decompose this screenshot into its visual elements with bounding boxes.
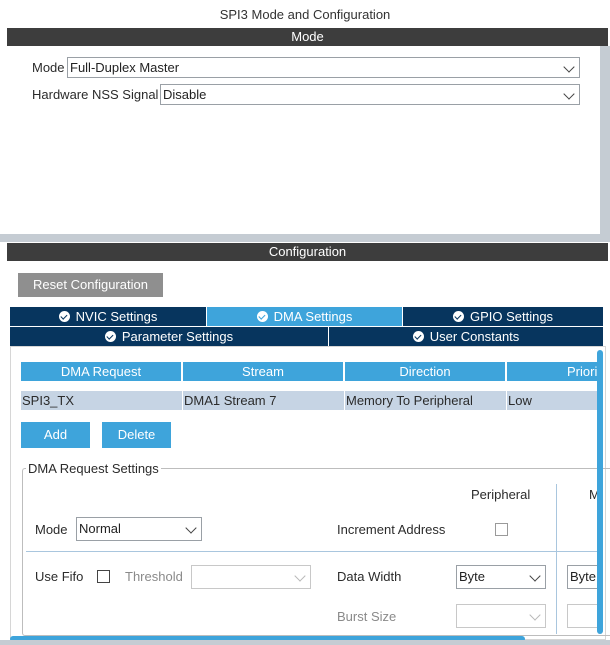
data-width-memory-select[interactable]: Byte <box>567 565 600 589</box>
table-cell-priority[interactable]: Low <box>507 391 597 410</box>
mode-setting-label: Mode <box>35 522 68 537</box>
tab-parameter-settings[interactable]: Parameter Settings <box>10 327 328 346</box>
tab-gpio-settings[interactable]: GPIO Settings <box>403 307 603 326</box>
check-circle-icon <box>104 331 116 342</box>
section-divider <box>0 234 610 242</box>
burst-size-label: Burst Size <box>337 609 397 624</box>
mode-select[interactable]: Full-Duplex Master <box>67 57 580 78</box>
column-header-dma-request[interactable]: DMA Request <box>21 362 181 381</box>
mode-select-value: Full-Duplex Master <box>70 60 180 75</box>
vertical-scrollbar[interactable] <box>597 350 603 634</box>
chevron-down-icon <box>529 609 541 621</box>
dma-mode-value: Normal <box>79 521 121 536</box>
chevron-down-icon <box>294 570 306 582</box>
settings-row-divider <box>26 551 600 552</box>
check-circle-icon <box>412 331 424 342</box>
use-fifo-checkbox[interactable] <box>97 570 110 583</box>
reset-configuration-button[interactable]: Reset Configuration <box>18 273 163 297</box>
data-width-peripheral-value: Byte <box>459 569 486 584</box>
table-cell-request[interactable]: SPI3_TX <box>21 391 182 410</box>
check-circle-icon <box>58 311 70 322</box>
data-width-memory-value: Byte <box>570 569 597 584</box>
threshold-select[interactable] <box>191 565 311 589</box>
burst-size-peripheral-select[interactable] <box>456 604 546 628</box>
table-cell-direction[interactable]: Memory To Peripheral <box>345 391 506 410</box>
nss-select[interactable]: Disable <box>160 84 580 105</box>
dma-mode-select[interactable]: Normal <box>76 517 202 541</box>
column-header-priority[interactable]: Priori <box>507 362 597 381</box>
chevron-down-icon <box>563 61 575 73</box>
chevron-down-icon <box>563 88 575 100</box>
bottom-edge <box>0 640 610 645</box>
table-cell-stream[interactable]: DMA1 Stream 7 <box>183 391 344 410</box>
burst-size-memory-select[interactable] <box>567 604 600 628</box>
add-button[interactable]: Add <box>21 422 90 448</box>
data-width-label: Data Width <box>337 569 402 584</box>
check-circle-icon <box>256 311 268 322</box>
window-title: SPI3 Mode and Configuration <box>219 7 391 22</box>
threshold-label: Threshold <box>125 569 183 584</box>
check-circle-icon <box>452 311 464 322</box>
tab-dma-settings[interactable]: DMA Settings <box>207 307 402 326</box>
mode-panel-edge <box>600 46 610 236</box>
mode-section-header: Mode <box>7 28 608 46</box>
settings-column-divider <box>556 484 557 634</box>
nss-select-value: Disable <box>163 87 207 102</box>
nss-label: Hardware NSS Signal <box>32 87 159 102</box>
use-fifo-label: Use Fifo <box>35 569 84 584</box>
mode-label: Mode <box>32 60 65 75</box>
column-header-stream[interactable]: Stream <box>183 362 343 381</box>
increment-address-peripheral-checkbox[interactable] <box>495 523 508 536</box>
chevron-down-icon <box>529 570 541 582</box>
tab-nvic-settings[interactable]: NVIC Settings <box>10 307 206 326</box>
peripheral-column-header: Peripheral <box>471 487 531 502</box>
data-width-peripheral-select[interactable]: Byte <box>456 565 546 589</box>
increment-address-label: Increment Address <box>337 522 446 537</box>
column-header-direction[interactable]: Direction <box>345 362 505 381</box>
tab-user-constants[interactable]: User Constants <box>329 327 603 346</box>
dma-request-settings-legend: DMA Request Settings <box>26 461 161 476</box>
chevron-down-icon <box>185 522 197 534</box>
delete-button[interactable]: Delete <box>102 422 171 448</box>
configuration-section-header: Configuration <box>7 243 608 261</box>
